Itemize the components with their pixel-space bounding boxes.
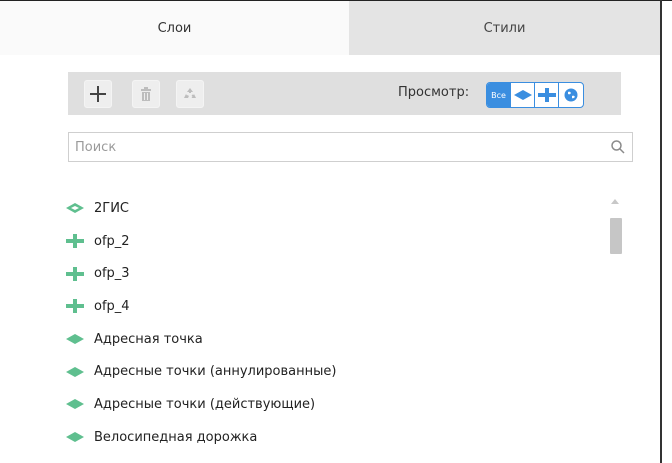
- polygon-layer-icon: [66, 396, 94, 412]
- line-layer-icon: [66, 298, 94, 314]
- list-item[interactable]: ofp_2: [66, 225, 606, 258]
- line-view-icon: [537, 88, 556, 102]
- polygon-layer-icon: [66, 429, 94, 445]
- tab-styles[interactable]: Стили: [349, 1, 660, 55]
- line-layer-icon: [66, 266, 94, 282]
- add-layer-button[interactable]: [84, 80, 112, 108]
- polygon-layer-icon: [66, 200, 94, 216]
- view-globe-button[interactable]: [559, 83, 583, 107]
- layer-label: Адресные точки (действующие): [94, 396, 316, 412]
- delete-layer-button[interactable]: [132, 80, 160, 108]
- layer-label: Адресные точки (аннулированные): [94, 364, 337, 380]
- polygon-layer-icon: [66, 331, 94, 347]
- search-icon[interactable]: [610, 139, 626, 155]
- layer-list: 2ГИС ofp_2 ofp_3 ofp_4 Адресная точка Ад…: [66, 192, 606, 454]
- layer-list-scrollbar[interactable]: [607, 193, 626, 463]
- recycle-button[interactable]: [176, 80, 204, 108]
- polygon-view-icon: [513, 90, 532, 100]
- list-item[interactable]: ofp_3: [66, 257, 606, 290]
- view-all-button[interactable]: Все: [487, 83, 511, 107]
- layer-label: 2ГИС: [94, 200, 130, 216]
- tab-layers-label: Слои: [157, 20, 192, 36]
- list-item[interactable]: ofp_4: [66, 290, 606, 323]
- scroll-up-arrow-icon[interactable]: [611, 199, 619, 204]
- view-polygon-button[interactable]: [511, 83, 535, 107]
- layer-label: ofp_3: [94, 266, 130, 282]
- tab-layers[interactable]: Слои: [0, 1, 349, 55]
- list-item[interactable]: 2ГИС: [66, 192, 606, 225]
- search-input[interactable]: [69, 133, 599, 161]
- view-line-button[interactable]: [535, 83, 559, 107]
- list-item[interactable]: Адресная точка: [66, 323, 606, 356]
- tab-styles-label: Стили: [483, 20, 526, 36]
- scroll-thumb[interactable]: [610, 218, 622, 254]
- view-all-label: Все: [491, 90, 506, 100]
- trash-icon: [141, 87, 151, 101]
- globe-icon: [564, 88, 578, 102]
- layer-label: ofp_4: [94, 298, 130, 314]
- list-item[interactable]: Адресные точки (действующие): [66, 388, 606, 421]
- tab-bar: Слои Стили: [0, 1, 660, 55]
- panel-right-border: [660, 0, 662, 463]
- recycle-icon: [184, 88, 196, 98]
- plus-icon: [90, 86, 106, 102]
- layer-label: Велосипедная дорожка: [94, 429, 258, 445]
- layers-toolbar: Просмотр: Все: [68, 72, 621, 115]
- layer-search: [68, 132, 633, 162]
- layer-label: Адресная точка: [94, 331, 203, 347]
- view-filter-group: Все: [486, 82, 584, 108]
- list-item[interactable]: Адресные точки (аннулированные): [66, 355, 606, 388]
- line-layer-icon: [66, 233, 94, 249]
- layer-label: ofp_2: [94, 233, 130, 249]
- view-label: Просмотр:: [398, 85, 470, 100]
- list-item[interactable]: Велосипедная дорожка: [66, 421, 606, 454]
- polygon-layer-icon: [66, 364, 94, 380]
